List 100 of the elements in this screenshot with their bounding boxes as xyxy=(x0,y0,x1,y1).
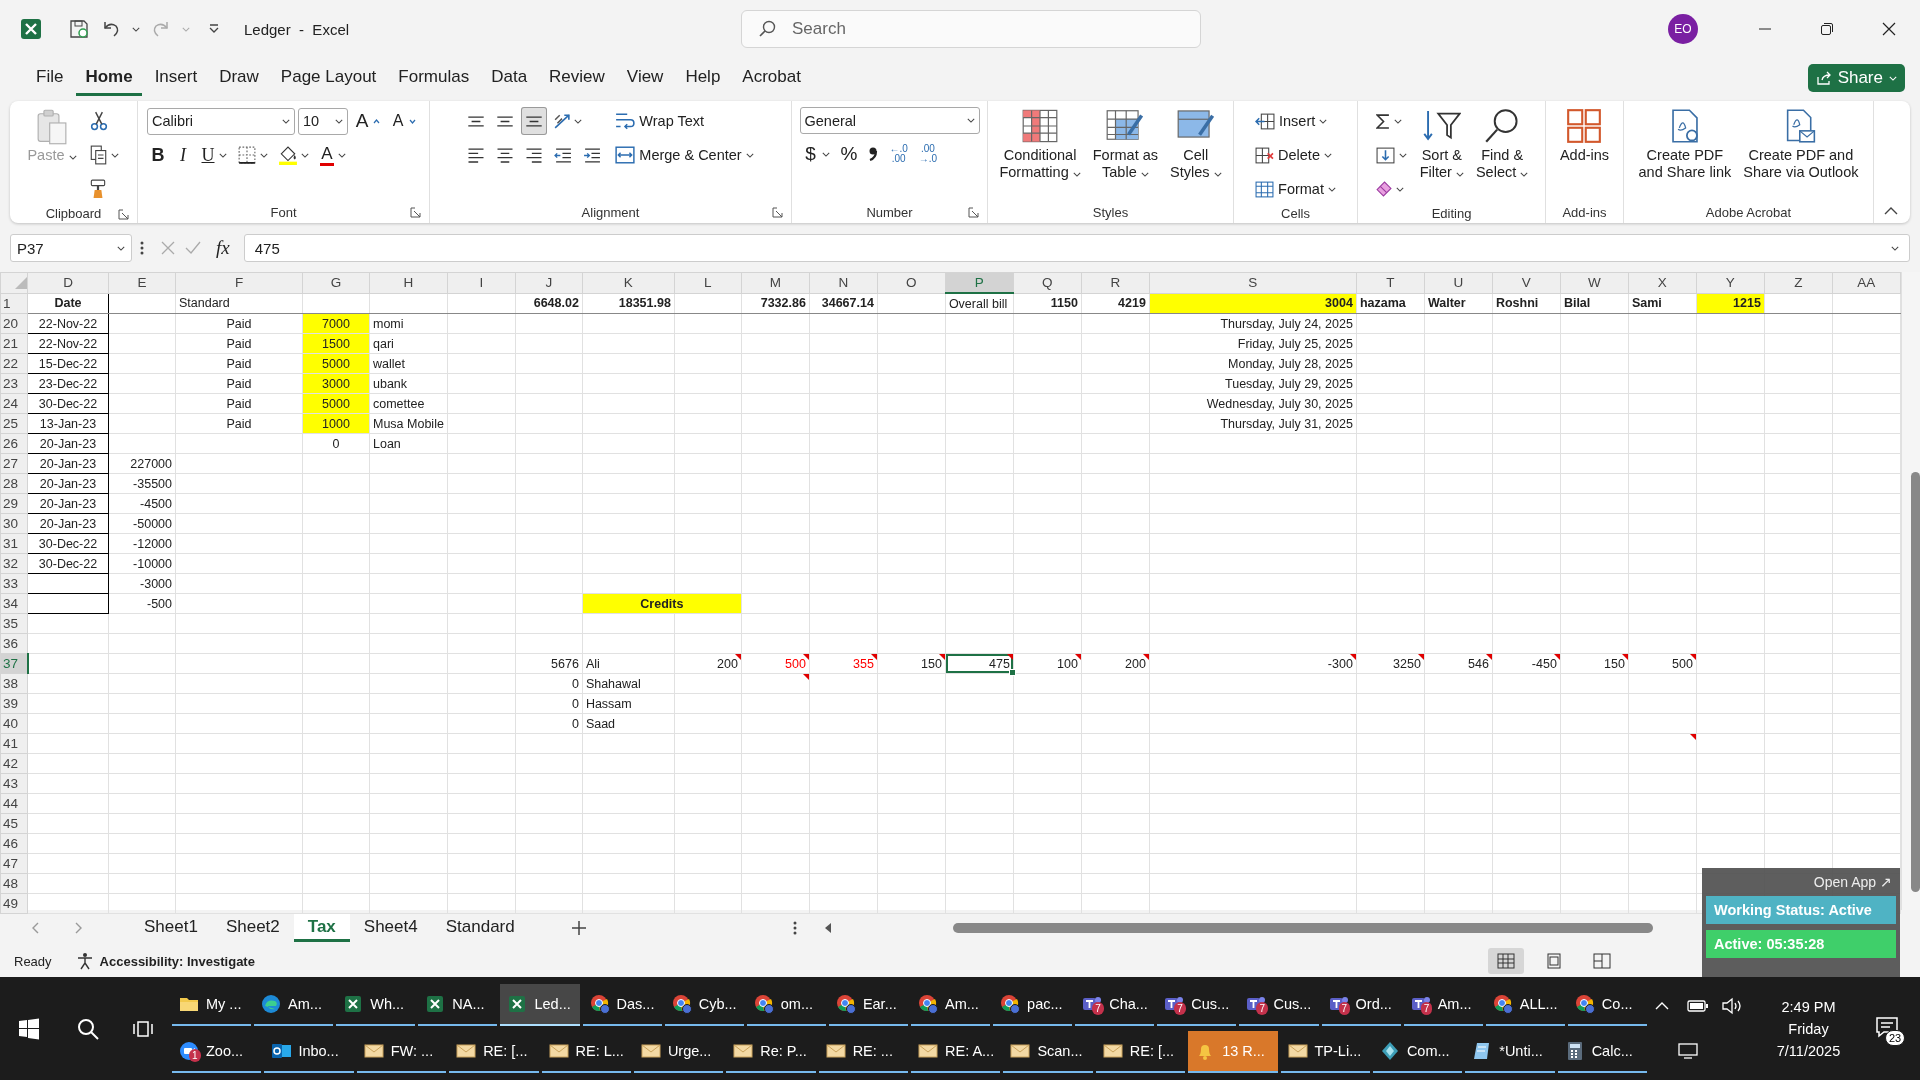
insert-function-button[interactable]: fx xyxy=(216,237,230,259)
taskbar-button[interactable]: TP-Li... xyxy=(1280,1031,1370,1074)
ribbon-button[interactable]: Sort & Filter xyxy=(1416,107,1467,183)
clock-time[interactable]: 2:49 PM xyxy=(1781,998,1836,1015)
taskbar-button[interactable]: Calc... xyxy=(1557,1031,1647,1074)
row-header[interactable]: 22 xyxy=(0,353,28,374)
column-header[interactable]: H xyxy=(369,272,448,293)
taskbar-button[interactable]: 1 Zoo... xyxy=(172,1031,262,1074)
volume-icon[interactable] xyxy=(1721,996,1743,1015)
row-header[interactable]: 35 xyxy=(0,613,28,634)
battery-icon[interactable] xyxy=(1687,998,1709,1013)
column-header[interactable]: I xyxy=(447,272,516,293)
ribbon-button[interactable]: .00 →.0 xyxy=(914,140,942,168)
column-header[interactable]: D xyxy=(27,272,109,293)
row-header[interactable]: 23 xyxy=(0,373,28,394)
dropdown-field[interactable]: 10 xyxy=(298,107,348,135)
accessibility-button[interactable]: Accessibility: Investigate xyxy=(75,952,255,970)
row-header[interactable]: 36 xyxy=(0,633,28,654)
taskbar-button[interactable]: *Unti... xyxy=(1465,1031,1555,1074)
dialog-launcher-icon[interactable] xyxy=(772,207,783,218)
ribbon-tab[interactable]: Formulas xyxy=(389,60,479,96)
ribbon-tab[interactable]: Review xyxy=(540,60,614,96)
ribbon-button[interactable]: $ xyxy=(799,140,834,168)
ribbon-button[interactable]: B xyxy=(147,141,169,169)
search-field[interactable]: Search xyxy=(741,10,1201,48)
open-app-link[interactable]: Open App ↗ xyxy=(1813,874,1896,890)
column-header[interactable]: E xyxy=(108,272,176,293)
row-header[interactable]: 42 xyxy=(0,753,28,774)
ribbon-button[interactable]: Delete xyxy=(1251,141,1336,169)
row-header[interactable]: 38 xyxy=(0,673,28,694)
column-header[interactable]: W xyxy=(1560,272,1629,293)
taskbar-button[interactable]: 7 Ord... xyxy=(1321,983,1401,1026)
row-header[interactable]: 44 xyxy=(0,793,28,814)
active-cell-frame[interactable]: 475 xyxy=(945,653,1014,674)
column-header[interactable]: P xyxy=(945,272,1014,293)
taskbar-button[interactable]: Urge... xyxy=(633,1031,724,1074)
column-header[interactable]: N xyxy=(809,272,878,293)
taskbar-button[interactable]: Com... xyxy=(1372,1031,1463,1074)
save-icon[interactable] xyxy=(68,18,90,40)
taskbar-button[interactable]: Wh... xyxy=(336,983,416,1026)
ribbon-button[interactable]: U xyxy=(197,141,231,169)
column-header[interactable]: J xyxy=(515,272,583,293)
row-header[interactable]: 46 xyxy=(0,833,28,854)
taskbar-button[interactable]: Am... xyxy=(254,983,334,1026)
ribbon-tab[interactable]: Data xyxy=(482,60,537,96)
taskbar-button[interactable]: pac... xyxy=(993,983,1073,1026)
ribbon-button[interactable]: Cell Styles xyxy=(1167,107,1225,183)
ribbon-tab[interactable]: Draw xyxy=(210,60,268,96)
more-options-icon[interactable] xyxy=(792,920,797,936)
ribbon-button[interactable]: Create PDF and Share via Outlook xyxy=(1740,107,1862,183)
customize-toolbar-icon[interactable] xyxy=(208,23,220,35)
taskbar-button[interactable]: RE: L... xyxy=(541,1031,631,1074)
clock-date[interactable]: 7/11/2025 xyxy=(1776,1042,1841,1059)
ribbon-tab[interactable]: Page Layout xyxy=(271,60,386,96)
taskbar-button[interactable]: Inbo... xyxy=(264,1031,354,1074)
taskbar-button[interactable]: Co... xyxy=(1567,983,1647,1026)
row-header[interactable]: 21 xyxy=(0,333,28,354)
formula-field[interactable]: 475 xyxy=(243,234,1910,262)
display-icon[interactable] xyxy=(1678,1042,1698,1061)
row-header[interactable]: 26 xyxy=(0,433,28,454)
ribbon-tab[interactable]: Acrobat xyxy=(733,60,810,96)
ribbon-button[interactable] xyxy=(521,107,548,135)
column-header[interactable]: G xyxy=(302,272,370,293)
ribbon-tab[interactable]: File xyxy=(27,60,73,96)
name-box[interactable]: P37 xyxy=(10,234,132,262)
ribbon-button[interactable]: Create PDF and Share link xyxy=(1635,107,1735,183)
ribbon-button[interactable]: I xyxy=(172,141,194,169)
taskbar-button[interactable]: RE: ... xyxy=(818,1031,908,1074)
column-header[interactable]: M xyxy=(741,272,810,293)
taskbar-button[interactable]: Scan... xyxy=(1003,1031,1093,1074)
row-header[interactable]: 34 xyxy=(0,593,28,614)
row-header[interactable]: 45 xyxy=(0,813,28,834)
share-button[interactable]: Share xyxy=(1807,64,1905,92)
collapse-ribbon-icon[interactable] xyxy=(1884,206,1898,215)
start-icon[interactable] xyxy=(18,1017,40,1040)
row-header[interactable]: 47 xyxy=(0,853,28,874)
dialog-launcher-icon[interactable] xyxy=(118,209,129,220)
ribbon-button[interactable]: Format as Table xyxy=(1089,107,1162,183)
view-button[interactable] xyxy=(1488,948,1524,974)
taskbar-button[interactable]: NA... xyxy=(418,983,498,1026)
ribbon-button[interactable]: Add-ins xyxy=(1556,107,1613,166)
taskbar-button[interactable]: Das... xyxy=(582,983,662,1026)
row-header[interactable]: 24 xyxy=(0,393,28,414)
ribbon-button[interactable]: ←.0 .00 xyxy=(885,140,912,168)
taskbar-button[interactable]: 7 Am... xyxy=(1403,983,1483,1026)
row-header[interactable]: 20 xyxy=(0,313,28,334)
ribbon-tab[interactable]: Home xyxy=(76,60,142,96)
row-header[interactable]: 27 xyxy=(0,453,28,474)
row-header[interactable]: 41 xyxy=(0,733,28,754)
dialog-launcher-icon[interactable] xyxy=(968,207,979,218)
taskbar-button[interactable]: RE: A... xyxy=(911,1031,1001,1074)
ribbon-button[interactable]: A xyxy=(387,107,420,135)
taskbar-button[interactable]: Cyb... xyxy=(664,983,744,1026)
column-header[interactable]: F xyxy=(175,272,303,293)
taskbar-button[interactable]: Led... xyxy=(500,983,580,1026)
ribbon-button[interactable]: Wrap Text xyxy=(611,107,709,135)
ribbon-button[interactable]: A xyxy=(316,141,350,169)
ribbon-tab[interactable]: Insert xyxy=(145,60,207,96)
taskbar-button[interactable]: Re: P... xyxy=(726,1031,816,1074)
account-avatar[interactable]: EO xyxy=(1668,14,1698,44)
